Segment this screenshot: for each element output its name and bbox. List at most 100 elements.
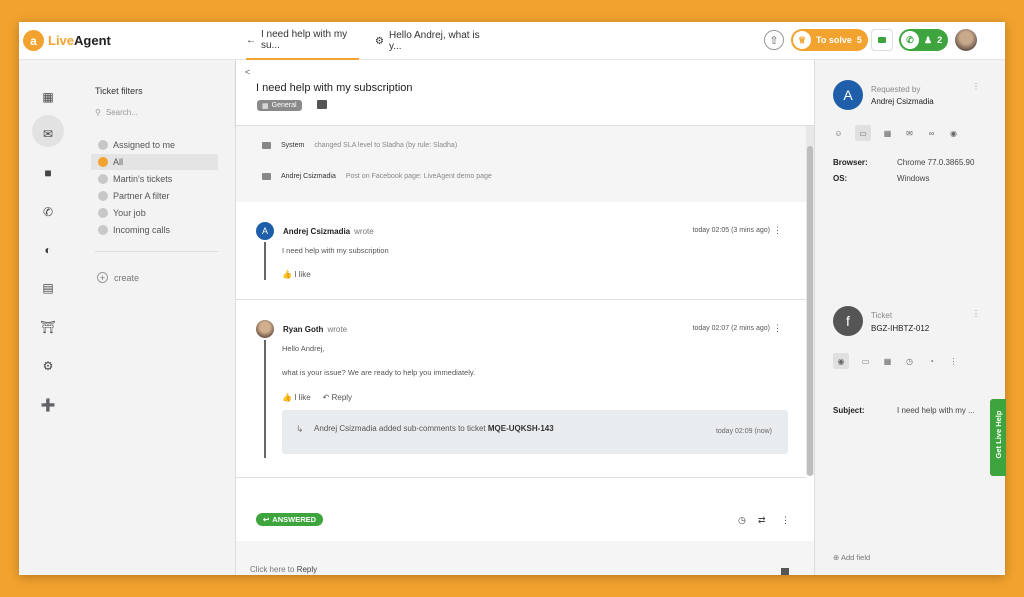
- folder-icon[interactable]: ▦: [882, 356, 893, 367]
- add-tag-icon[interactable]: [317, 100, 327, 109]
- contact-icon[interactable]: ☺: [833, 128, 844, 139]
- filter-incoming-calls[interactable]: Incoming calls: [91, 222, 218, 238]
- chrome-icon[interactable]: ◉: [948, 128, 959, 139]
- log-author: System: [281, 142, 305, 149]
- call-status-button[interactable]: ✆ ♟ 2: [899, 29, 949, 51]
- ticket-label: Ticket: [871, 311, 893, 320]
- chats-icon[interactable]: ■: [39, 164, 57, 182]
- reports-icon[interactable]: ◐: [39, 241, 57, 259]
- create-filter-button[interactable]: + create: [97, 272, 139, 283]
- chat-status-button[interactable]: [871, 29, 893, 51]
- sub-comment-icon: ↳: [296, 424, 304, 434]
- dashboard-icon[interactable]: ▦: [39, 88, 57, 106]
- phone-icon: ✆: [901, 31, 919, 49]
- ticket-title: I need help with my subscription: [256, 82, 413, 94]
- message-time: today 02:07 (2 mins ago): [692, 325, 770, 332]
- link-icon[interactable]: ∞: [926, 128, 937, 139]
- alarm-icon[interactable]: ◷: [904, 356, 915, 367]
- more-icon[interactable]: ⋮: [948, 356, 959, 367]
- contacts-icon[interactable]: ▤: [39, 279, 57, 297]
- filter-label: Partner A filter: [113, 191, 170, 201]
- filter-dot-icon: [98, 225, 108, 235]
- mail-icon[interactable]: ✉: [904, 128, 915, 139]
- add-field-button[interactable]: ⊕ Add field: [833, 553, 870, 562]
- message-item: Ryan Goth wrote today 02:07 (2 mins ago) …: [236, 300, 806, 478]
- like-button[interactable]: 👍 I like: [282, 270, 311, 279]
- filter-your-job[interactable]: Your job: [91, 205, 218, 221]
- nav-rail: ▦ ✉ ■ ✆ ◐ ▤ ⛩ ⚙ ➕: [19, 60, 77, 575]
- reply-icon: ↶: [322, 393, 330, 402]
- more-icon[interactable]: ⋮: [781, 515, 790, 526]
- logo-text: LiveAgent: [48, 33, 111, 48]
- app-window: a LiveAgent ← I need help with my su... …: [19, 22, 1005, 575]
- info-icon[interactable]: ◉: [833, 353, 849, 369]
- filter-all[interactable]: All: [91, 154, 218, 170]
- message-avatar: A: [256, 222, 274, 240]
- subject-value: I need help with my ...: [897, 406, 975, 415]
- knowledgebase-icon[interactable]: ⛩: [39, 318, 57, 336]
- folder-icon[interactable]: ▦: [882, 128, 893, 139]
- message-menu-icon[interactable]: ⋮: [773, 225, 782, 236]
- to-solve-button[interactable]: ♕ To solve 5: [791, 29, 868, 51]
- filter-label: Your job: [113, 208, 146, 218]
- chat-icon[interactable]: ▭: [860, 356, 871, 367]
- message-text: Hello Andrej,: [282, 344, 325, 353]
- facebook-icon: f: [833, 306, 863, 336]
- requester-menu-icon[interactable]: ⋮: [972, 82, 980, 91]
- tab-ticket-label: I need help with my su...: [261, 29, 348, 51]
- sub-comment-text: Andrej Csizmadia added sub-comments to t…: [314, 424, 554, 433]
- tab-ticket[interactable]: ← I need help with my su...: [246, 22, 359, 60]
- like-button[interactable]: 👍 I like: [282, 393, 311, 402]
- os-key: OS:: [833, 174, 848, 183]
- message-time: today 02:05 (3 mins ago): [692, 227, 770, 234]
- tab-chat[interactable]: ⚙ Hello Andrej, what is y...: [375, 22, 491, 60]
- subject-key: Subject:: [833, 406, 865, 415]
- tickets-icon[interactable]: ✉: [39, 125, 57, 143]
- back-button[interactable]: <: [245, 67, 250, 77]
- reply-prompt[interactable]: Click here to Reply: [250, 565, 317, 574]
- browser-value: Chrome 77.0.3865.90: [897, 158, 975, 167]
- status-badge[interactable]: ↩ ANSWERED: [256, 513, 324, 526]
- snooze-icon[interactable]: ◷: [738, 515, 746, 526]
- folder-icon: ▦: [262, 102, 269, 110]
- ticket-menu-icon[interactable]: ⋮: [972, 309, 980, 318]
- device-icon[interactable]: ▭: [855, 125, 871, 141]
- requester-name[interactable]: Andrej Csizmadia: [871, 97, 934, 106]
- message-menu-icon[interactable]: ⋮: [773, 323, 782, 334]
- chat-icon: [878, 37, 886, 43]
- reply-button[interactable]: ↶ Reply: [323, 393, 352, 402]
- transfer-icon[interactable]: ⇄: [758, 515, 766, 526]
- calls-count: 2: [937, 35, 943, 45]
- calls-icon[interactable]: ✆: [39, 203, 57, 221]
- filter-martins[interactable]: Martin's tickets: [91, 171, 218, 187]
- message-text: what is your issue? We are ready to help…: [282, 368, 476, 377]
- ticket-filters-panel: Ticket filters ⚲ Search... Assigned to m…: [77, 60, 236, 575]
- scrollbar-thumb[interactable]: [807, 146, 813, 476]
- facebook-post-icon: [262, 173, 271, 180]
- user-avatar[interactable]: [955, 29, 977, 51]
- plugins-icon[interactable]: ➕: [39, 396, 57, 414]
- log-text: Post on Facebook page: LiveAgent demo pa…: [345, 173, 492, 180]
- filter-dot-icon: [98, 191, 108, 201]
- filter-search[interactable]: ⚲ Search...: [95, 108, 138, 117]
- crown-icon: ♕: [793, 31, 811, 49]
- upload-button[interactable]: ⇧: [764, 30, 784, 50]
- live-help-button[interactable]: Get Live Help: [990, 399, 1006, 476]
- message-author: Andrej Csizmadia wrote: [283, 227, 374, 236]
- message-actions: 👍 I like: [282, 270, 311, 279]
- filter-assigned[interactable]: Assigned to me: [91, 137, 218, 153]
- history-icon[interactable]: ◔: [926, 356, 937, 367]
- logo[interactable]: a LiveAgent: [23, 30, 111, 51]
- reply-toggle-icon[interactable]: [781, 568, 789, 575]
- thumb-up-icon: 👍: [282, 270, 292, 279]
- department-tag[interactable]: ▦ General: [257, 100, 302, 111]
- message-avatar: [256, 320, 274, 338]
- reply-area[interactable]: Click here to Reply: [236, 541, 814, 575]
- log-entry: Andrej Csizmadia Post on Facebook page: …: [262, 173, 492, 180]
- settings-icon[interactable]: ⚙: [39, 357, 57, 375]
- top-bar: a LiveAgent ← I need help with my su... …: [19, 22, 1005, 60]
- tab-chat-label: Hello Andrej, what is y...: [388, 30, 480, 52]
- filter-label: All: [113, 157, 124, 167]
- sub-comment[interactable]: ↳ Andrej Csizmadia added sub-comments to…: [282, 410, 788, 454]
- filter-partner-a[interactable]: Partner A filter: [91, 188, 218, 204]
